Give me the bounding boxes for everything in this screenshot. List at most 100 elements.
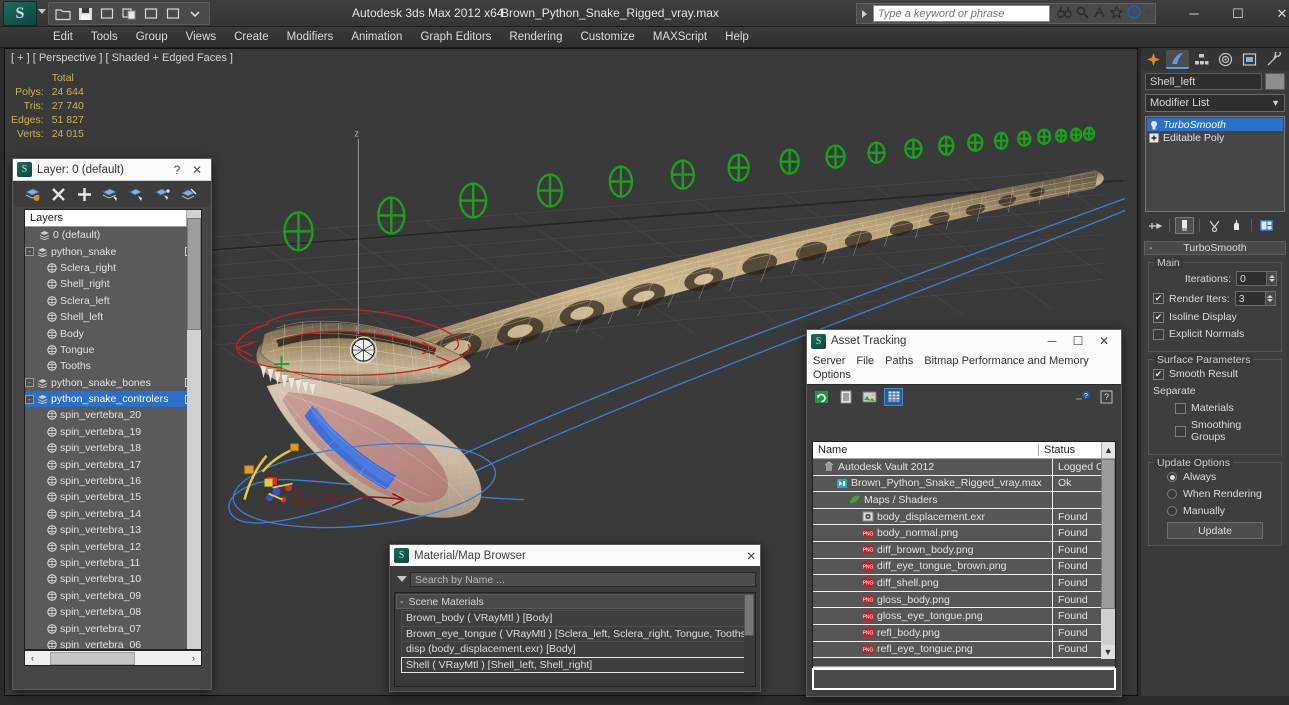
asset-rows-container[interactable]: Autodesk Vault 2012 Logged Ou Brown_Python…	[813, 459, 1115, 659]
rollout-header[interactable]: - TurboSmooth	[1144, 241, 1286, 255]
matbrowser-items[interactable]: Brown_body ( VRayMtl ) [Body] Brown_eye_t…	[401, 610, 754, 673]
asset-column-status[interactable]: Status	[1039, 444, 1101, 456]
redo-icon[interactable]	[119, 4, 139, 23]
asset-row[interactable]: PNGrefl_shell.pngFound	[813, 658, 1115, 659]
layer-row[interactable]: Shell_left	[25, 309, 201, 325]
radio-button[interactable]	[1167, 472, 1177, 482]
menu-create[interactable]: Create	[225, 29, 278, 45]
checkbox[interactable]	[1175, 425, 1186, 437]
layer-expander-icon[interactable]: -	[25, 247, 34, 257]
asset-tracking-grid[interactable]: Name Status ▲ Autodesk Vault 2012 Logged …	[812, 441, 1116, 683]
layer-row[interactable]: - python_snake_bones	[25, 375, 201, 391]
configure-modifier-sets-icon[interactable]	[1257, 217, 1276, 234]
layer-manager-dialog[interactable]: S Layer: 0 (default) ? ✕ Layers 0 (defau…	[12, 158, 212, 690]
help-icon[interactable]: ?	[1073, 388, 1092, 406]
material-item[interactable]: Brown_body ( VRayMtl ) [Body]	[401, 610, 754, 627]
layer-row[interactable]: Sclera_right	[25, 260, 201, 276]
object-name-field[interactable]: Shell_left	[1145, 73, 1262, 90]
turbosmooth-rollout[interactable]: - TurboSmooth MainIterations: 0 Render Ite…	[1144, 241, 1286, 546]
layer-row[interactable]: Shell_right	[25, 276, 201, 292]
matbrowser-group-header[interactable]: - Scene Materials	[396, 594, 754, 609]
subscription-center-icon[interactable]	[1093, 6, 1106, 22]
checkbox[interactable]	[1153, 368, 1164, 380]
hierarchy-tab-icon[interactable]	[1190, 50, 1213, 69]
matbrowser-titlebar[interactable]: S Material/Map Browser ✕	[390, 545, 760, 566]
modifier-stack-item[interactable]: TurboSmooth	[1147, 118, 1283, 131]
asset-row[interactable]: Autodesk Vault 2012 Logged Ou	[813, 459, 1115, 476]
layer-scroll-thumb[interactable]	[187, 218, 201, 330]
layer-row[interactable]: spin_vertebra_06	[25, 637, 201, 649]
select-objects-in-layer-icon[interactable]	[99, 184, 121, 204]
layer-row[interactable]: spin_vertebra_07	[25, 620, 201, 636]
menu-customize[interactable]: Customize	[571, 29, 643, 45]
layer-row[interactable]: Body	[25, 325, 201, 341]
add-selection-to-layer-icon[interactable]	[73, 184, 95, 204]
highlight-selected-objects-layer-icon[interactable]	[151, 184, 173, 204]
layer-row[interactable]: spin_vertebra_13	[25, 522, 201, 538]
utilities-tab-icon[interactable]	[1262, 50, 1285, 69]
layer-dialog-titlebar[interactable]: S Layer: 0 (default) ? ✕	[13, 159, 211, 181]
matbrowser-scroll-thumb[interactable]	[744, 594, 754, 636]
layer-row[interactable]: spin_vertebra_12	[25, 538, 201, 554]
matbrowser-search-input[interactable]: Search by Name ...	[410, 571, 756, 587]
material-item[interactable]: Brown_eye_tongue ( VRayMtl ) [Sclera_lef…	[401, 625, 754, 642]
set-project-folder-icon[interactable]	[141, 4, 161, 23]
layer-row[interactable]: spin_vertebra_18	[25, 440, 201, 456]
spinner-value[interactable]: 0	[1236, 271, 1267, 286]
layer-row[interactable]: - python_snake	[25, 243, 201, 259]
layer-dialog-help-button[interactable]: ?	[167, 163, 187, 177]
pin-stack-icon[interactable]	[1145, 217, 1164, 234]
asset-row[interactable]: PNG body_normal.png Found	[813, 525, 1115, 542]
asset-menu-server[interactable]: Server	[813, 355, 845, 367]
layer-row[interactable]: spin_vertebra_20	[25, 407, 201, 423]
maximize-button[interactable]: ☐	[1216, 0, 1260, 27]
hide-unhide-layer-icon[interactable]	[177, 184, 199, 204]
asset-row[interactable]: Brown_Python_Snake_Rigged_vray.max Ok	[813, 475, 1115, 493]
help-icon[interactable]: ?	[1127, 5, 1142, 22]
asset-column-name[interactable]: Name	[813, 444, 1039, 456]
menu-animation[interactable]: Animation	[342, 29, 411, 45]
layer-hscroll-left[interactable]: ‹	[25, 651, 40, 665]
asset-row[interactable]: PNG diff_brown_body.png Found	[813, 541, 1115, 559]
layer-hscroll-thumb[interactable]	[50, 652, 135, 665]
create-new-layer-icon[interactable]	[21, 184, 43, 204]
layer-row[interactable]: spin_vertebra_14	[25, 506, 201, 522]
matbrowser-close-button[interactable]: ✕	[746, 549, 756, 563]
matbrowser-group-collapse-icon[interactable]: -	[400, 596, 404, 608]
search-magnifier-icon[interactable]	[1076, 6, 1090, 22]
create-tab-icon[interactable]	[1142, 50, 1165, 69]
render-setup-icon[interactable]	[163, 4, 183, 23]
asset-row[interactable]: PNG refl_eye_tongue.png Found	[813, 641, 1115, 659]
menu-group[interactable]: Group	[127, 29, 177, 45]
material-item[interactable]: disp (body_displacement.exr) [Body]	[401, 641, 754, 658]
help-dropdown-icon[interactable]: ▾	[1145, 8, 1150, 19]
layer-horizontal-scrollbar[interactable]: ‹ ›	[24, 650, 202, 666]
layer-row[interactable]: spin_vertebra_08	[25, 604, 201, 620]
matbrowser-scrollbar[interactable]	[744, 594, 754, 685]
menu-maxscript[interactable]: MAXScript	[644, 29, 716, 45]
matbrowser-options-caret-icon[interactable]	[397, 576, 407, 582]
modify-tab-icon[interactable]	[1166, 49, 1189, 69]
display-tab-icon[interactable]	[1238, 50, 1261, 69]
layer-row[interactable]: spin_vertebra_09	[25, 588, 201, 604]
context-help-icon[interactable]: ?	[1097, 388, 1116, 406]
asset-vertical-scrollbar[interactable]: ▼	[1101, 459, 1115, 659]
asset-menu-paths[interactable]: Paths	[885, 355, 913, 367]
layer-expander-icon[interactable]: -	[25, 378, 34, 388]
make-unique-icon[interactable]	[1205, 217, 1224, 234]
select-highlighted-layers-icon[interactable]	[125, 184, 147, 204]
menu-edit[interactable]: Edit	[44, 29, 82, 45]
list-view-icon[interactable]	[836, 388, 855, 406]
quick-access-more-icon[interactable]	[185, 4, 205, 23]
layer-row[interactable]: Tooths	[25, 358, 201, 374]
undo-icon[interactable]	[97, 4, 117, 23]
asset-row[interactable]: PNG gloss_body.png Found	[813, 591, 1115, 609]
layer-row[interactable]: 0 (default)✔	[25, 227, 201, 243]
layer-rows-container[interactable]: 0 (default)✔ - python_snake Sclera_right She…	[25, 227, 201, 649]
search-expand-icon[interactable]	[857, 4, 871, 23]
material-map-browser-dialog[interactable]: S Material/Map Browser ✕ Search by Name …	[389, 544, 761, 692]
show-end-result-icon[interactable]	[1175, 217, 1194, 234]
matbrowser-list[interactable]: - Scene Materials Brown_body ( VRayMtl )…	[394, 592, 756, 687]
modifier-stack-item[interactable]: Editable Poly	[1147, 131, 1283, 144]
motion-tab-icon[interactable]	[1214, 50, 1237, 69]
